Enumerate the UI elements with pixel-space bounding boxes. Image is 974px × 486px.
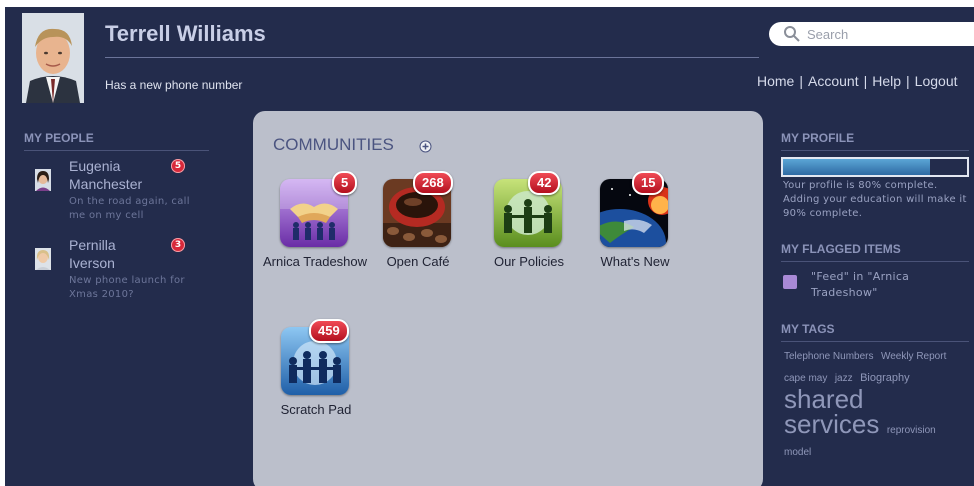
my-tags-heading: MY TAGS (781, 322, 835, 336)
person-avatar (35, 248, 51, 270)
section-divider (781, 261, 969, 262)
community-label[interactable]: Arnica Tradeshow (260, 253, 370, 270)
person-name[interactable]: Eugenia Manchester (69, 157, 164, 193)
count-badge: 15 (632, 171, 665, 195)
tag-link[interactable]: services (784, 409, 879, 439)
profile-progress-bar (781, 157, 969, 177)
community-label[interactable]: What's New (580, 253, 690, 270)
count-badge: 459 (309, 319, 349, 343)
person-message: On the road again, call me on my cell (69, 196, 190, 221)
community-label[interactable]: Our Policies (474, 253, 584, 270)
nav-home[interactable]: Home (757, 73, 794, 89)
nav-separator: | (906, 73, 910, 89)
person-avatar (35, 169, 51, 191)
add-community-icon[interactable] (419, 138, 432, 157)
user-name[interactable]: Terrell Williams (105, 21, 266, 47)
communities-heading: COMMUNITIES (273, 135, 394, 154)
person-message: New phone launch for Xmas 2010? (69, 275, 185, 300)
count-badge: 5 (332, 171, 358, 195)
search-box[interactable]: Search (769, 22, 974, 46)
notification-badge: 3 (171, 238, 185, 252)
nav-account[interactable]: Account (808, 73, 859, 89)
flagged-item-icon (783, 275, 797, 289)
tag-link[interactable]: cape may (784, 373, 827, 384)
tag-link[interactable]: model (784, 447, 811, 458)
tag-link[interactable]: Weekly Report (881, 351, 946, 362)
my-flagged-items-heading: MY FLAGGED ITEMS (781, 242, 901, 256)
tag-link[interactable]: reprovision (887, 425, 936, 436)
avatar[interactable] (22, 13, 84, 103)
communities-panel: COMMUNITIES 5 Arnica Tradeshow 268 Open … (253, 111, 763, 486)
profile-completion-text: Your profile is 80% complete. Adding you… (783, 180, 967, 219)
nav-separator: | (863, 73, 868, 89)
community-label[interactable]: Open Café (363, 253, 473, 270)
community-label[interactable]: Scratch Pad (261, 401, 371, 418)
nav-logout[interactable]: Logout (915, 73, 958, 89)
user-status: Has a new phone number (105, 78, 243, 92)
my-people-heading: MY PEOPLE (24, 131, 94, 145)
section-divider (781, 341, 969, 342)
tag-link[interactable]: Telephone Numbers (784, 351, 874, 362)
tag-link[interactable]: Biography (860, 372, 910, 384)
count-badge: 268 (413, 171, 453, 195)
section-divider (781, 150, 969, 151)
section-divider (24, 150, 209, 151)
app-window: Terrell Williams Has a new phone number … (5, 7, 974, 486)
nav-help[interactable]: Help (872, 73, 901, 89)
header-divider (105, 57, 759, 58)
tag-link[interactable]: jazz (835, 373, 853, 384)
notification-badge: 5 (171, 159, 185, 173)
search-icon (783, 25, 801, 47)
search-input[interactable]: Search (807, 27, 848, 42)
top-nav: Home | Account | Help | Logout (757, 73, 958, 89)
nav-separator: | (799, 73, 803, 89)
tag-cloud: Telephone Numbers Weekly Report cape may… (784, 345, 969, 463)
flagged-item[interactable]: "Feed" in "Arnica Tradeshow" (811, 269, 961, 301)
count-badge: 42 (528, 171, 561, 195)
person-name[interactable]: Pernilla Iverson (69, 236, 164, 272)
my-profile-heading: MY PROFILE (781, 131, 855, 145)
profile-progress-fill (783, 159, 931, 175)
